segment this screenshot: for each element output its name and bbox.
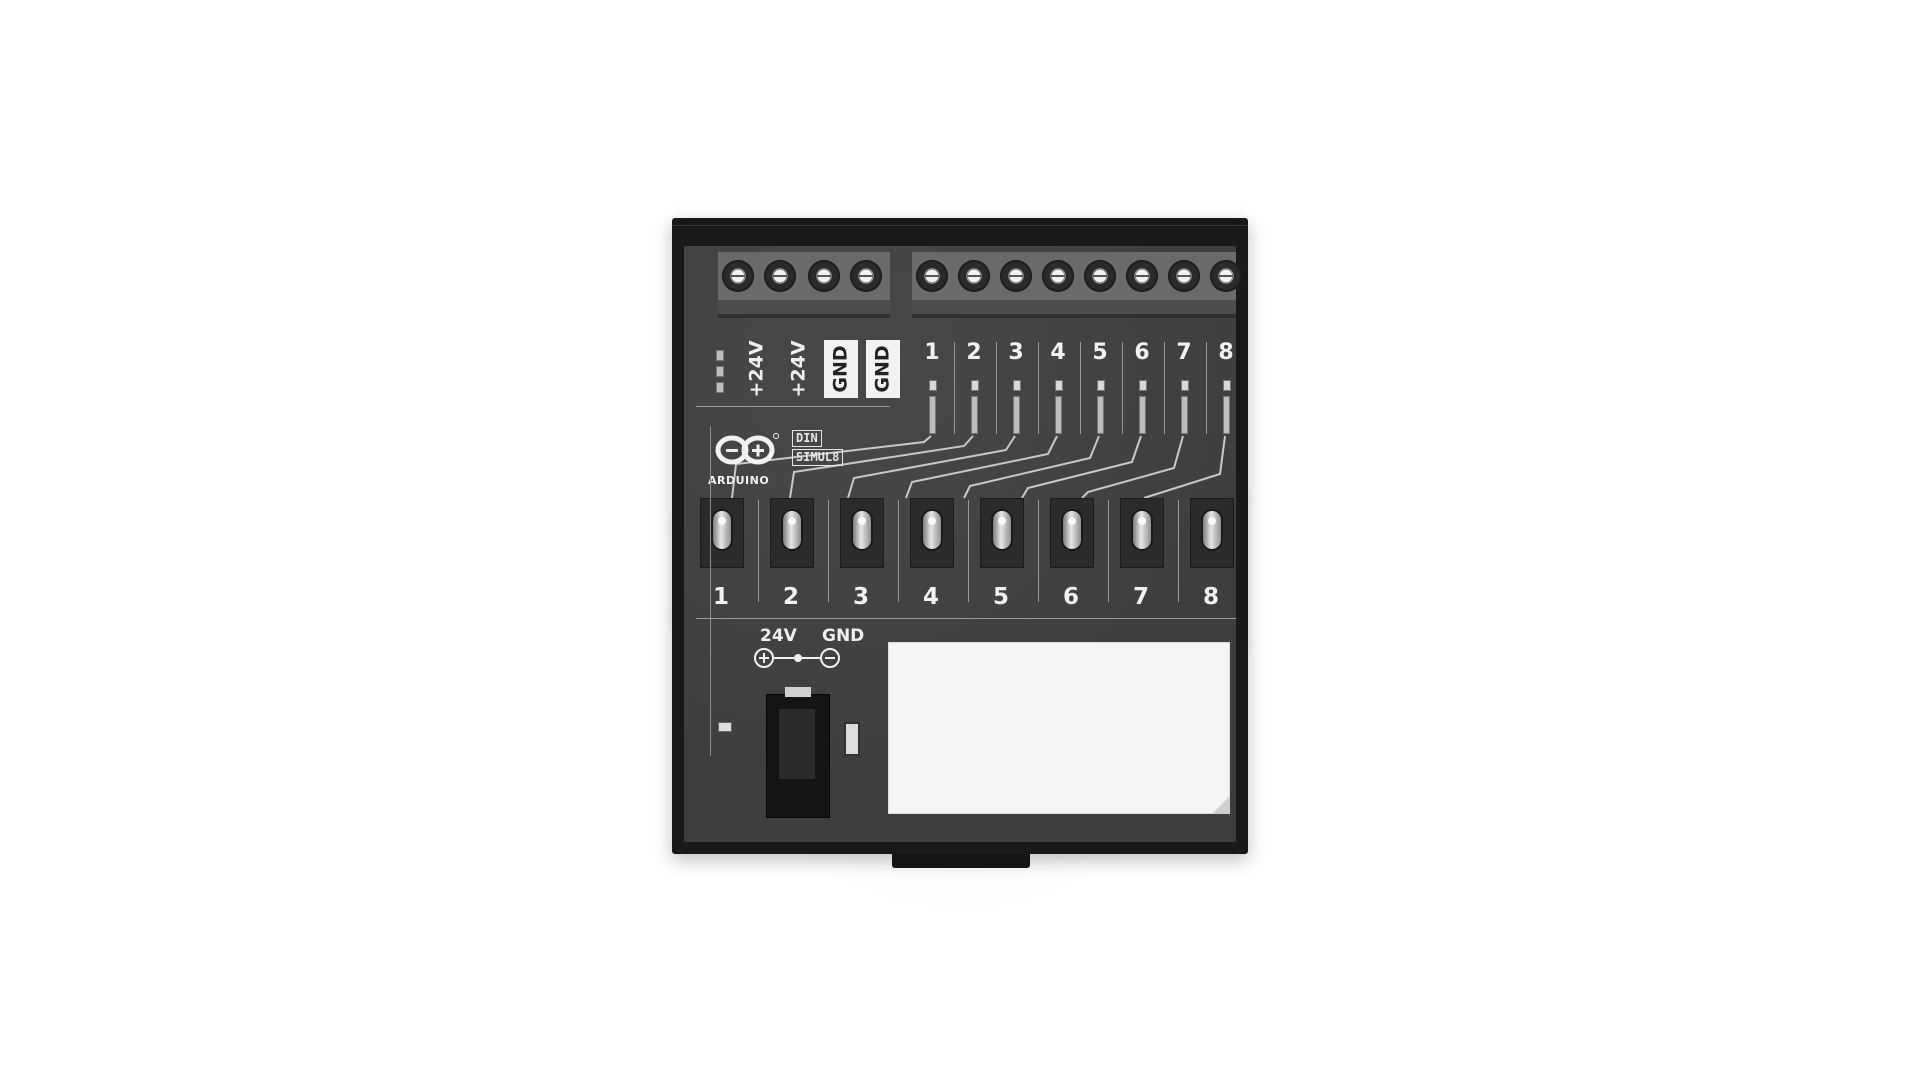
polarity-symbol-icon — [754, 648, 840, 668]
switch-divider — [828, 500, 829, 602]
pcb-trace — [710, 426, 725, 756]
model-line-2: SIMUL8 — [792, 449, 844, 466]
switch-divider — [898, 500, 899, 602]
toggle-switch-icon — [923, 511, 941, 549]
writable-label-area[interactable] — [888, 642, 1230, 814]
switch-label-3: 3 — [852, 584, 869, 610]
section-divider — [696, 618, 1236, 619]
pcb-board: +24V +24V GND GND 1 2 3 4 5 6 7 8 ARDUIN… — [684, 246, 1242, 842]
jack-contact — [844, 722, 860, 756]
switch-label-5: 5 — [992, 584, 1009, 610]
power-ground-label: GND — [822, 626, 865, 646]
switch-label-6: 6 — [1062, 584, 1079, 610]
switch-divider — [758, 500, 759, 602]
toggle-switch-icon — [1133, 511, 1151, 549]
toggle-switch-6[interactable] — [1050, 498, 1094, 568]
toggle-switch-icon — [1063, 511, 1081, 549]
label-corner — [1212, 796, 1230, 814]
toggle-switch-icon — [783, 511, 801, 549]
switch-label-2: 2 — [782, 584, 799, 610]
toggle-switch-icon — [993, 511, 1011, 549]
switch-divider — [1108, 500, 1109, 602]
switch-divider — [968, 500, 969, 602]
model-line-1: DIN — [792, 430, 822, 447]
switch-divider — [1178, 500, 1179, 602]
power-voltage-label: 24V — [760, 626, 797, 646]
toggle-switch-3[interactable] — [840, 498, 884, 568]
toggle-switch-7[interactable] — [1120, 498, 1164, 568]
din-simul8-module: +24V +24V GND GND 1 2 3 4 5 6 7 8 ARDUIN… — [672, 218, 1248, 868]
switch-divider — [1038, 500, 1039, 602]
top-rail-edge — [672, 225, 1248, 226]
switch-label-8: 8 — [1202, 584, 1219, 610]
din-rail-clip — [892, 854, 1030, 868]
dc-jack-icon[interactable] — [766, 687, 830, 818]
toggle-switch-icon — [1203, 511, 1221, 549]
toggle-switch-5[interactable] — [980, 498, 1024, 568]
model-badge: DIN SIMUL8 — [792, 430, 868, 468]
switch-label-4: 4 — [922, 584, 939, 610]
switch-label-7: 7 — [1132, 584, 1149, 610]
toggle-switch-4[interactable] — [910, 498, 954, 568]
toggle-switch-icon — [853, 511, 871, 549]
toggle-switch-8[interactable] — [1190, 498, 1234, 568]
toggle-switch-2[interactable] — [770, 498, 814, 568]
dc-jack-socket — [779, 709, 815, 779]
